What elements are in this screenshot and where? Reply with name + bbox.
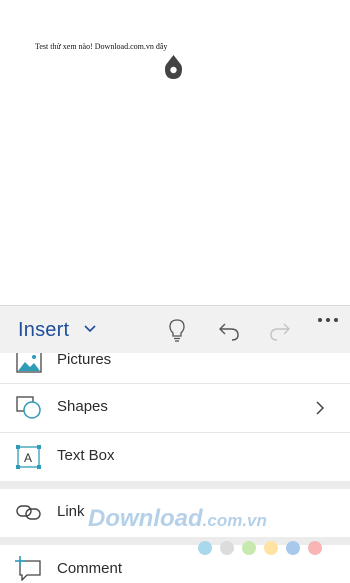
- watermark-dot: [198, 541, 212, 555]
- menu-item-label: Comment: [57, 560, 123, 577]
- comment-icon: [15, 556, 41, 581]
- watermark-dot: [264, 541, 278, 555]
- watermark-dot: [242, 541, 256, 555]
- menu-item-text-box[interactable]: A Text Box: [0, 433, 350, 481]
- watermark-dot: [220, 541, 234, 555]
- cursor-handle-icon[interactable]: [165, 55, 182, 79]
- document-canvas[interactable]: Test thử xem nào! Download.com.vn đây: [0, 0, 350, 305]
- watermark-text: Download: [88, 505, 203, 532]
- group-separator: [0, 481, 350, 489]
- chevron-down-icon[interactable]: [84, 325, 96, 333]
- tab-insert[interactable]: Insert: [18, 319, 69, 342]
- menu-item-shapes[interactable]: Shapes: [0, 384, 350, 432]
- document-text[interactable]: Test thử xem nào! Download.com.vn đây: [35, 42, 167, 51]
- redo-icon[interactable]: [269, 318, 291, 342]
- watermark-dot: [286, 541, 300, 555]
- menu-item-label: Text Box: [57, 447, 115, 464]
- menu-item-label: Pictures: [57, 353, 112, 368]
- chevron-right-icon: [316, 401, 325, 415]
- shapes-icon: [16, 396, 41, 419]
- more-icon[interactable]: [316, 312, 340, 328]
- lightbulb-icon[interactable]: [166, 318, 188, 342]
- watermark-logo: Download.com.vn: [88, 505, 338, 533]
- text-box-icon: A: [16, 445, 41, 469]
- ribbon-toolbar: Insert: [0, 305, 350, 353]
- watermark-suffix: .com.vn: [202, 511, 267, 530]
- undo-icon[interactable]: [218, 318, 240, 342]
- menu-item-pictures[interactable]: Pictures: [0, 353, 350, 383]
- watermark-dot: [308, 541, 322, 555]
- svg-text:A: A: [24, 451, 32, 465]
- menu-item-label: Shapes: [57, 398, 108, 415]
- menu-item-label: Link: [57, 503, 85, 520]
- pictures-icon: [16, 353, 42, 373]
- link-icon: [16, 505, 41, 520]
